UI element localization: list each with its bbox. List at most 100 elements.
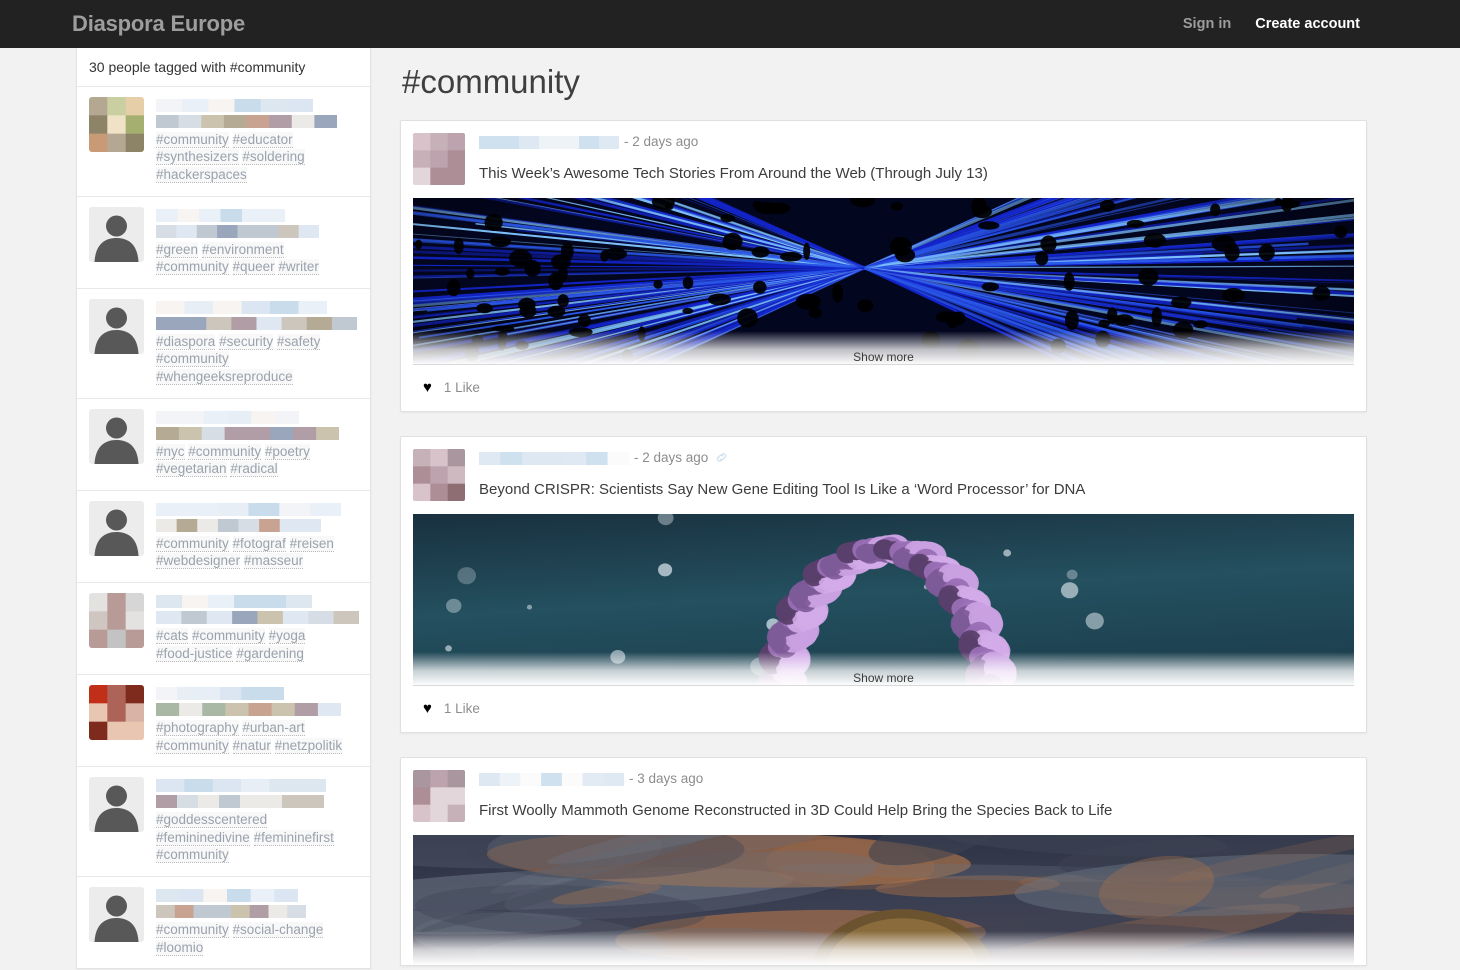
post-author-avatar[interactable] xyxy=(413,449,465,501)
tag-link[interactable]: #hackerspaces xyxy=(156,167,247,183)
person-details: #community #educator #synthesizers #sold… xyxy=(156,97,358,184)
tag-link[interactable]: #radical xyxy=(230,461,277,477)
person-handle-redacted xyxy=(156,703,341,716)
person-list-item[interactable]: #community #social-change #loomio xyxy=(77,876,370,968)
tag-link[interactable]: #photography xyxy=(156,720,239,736)
tag-link[interactable]: #social-change xyxy=(233,922,324,938)
tag-link[interactable]: #community xyxy=(156,536,229,552)
person-tags: #nyc #community #poetry #vegetarian #rad… xyxy=(156,443,358,478)
person-name-redacted xyxy=(156,889,298,902)
tag-link[interactable]: #femininefirst xyxy=(254,830,334,846)
like-count[interactable]: 1 Like xyxy=(444,380,480,395)
tag-link[interactable]: #femininedivine xyxy=(156,830,250,846)
person-list-item[interactable]: #community #fotograf #reisen #webdesigne… xyxy=(77,490,370,582)
tag-link[interactable]: #community xyxy=(156,132,229,148)
person-name-redacted xyxy=(156,99,313,112)
default-avatar-icon[interactable] xyxy=(89,207,144,262)
default-avatar-icon[interactable] xyxy=(89,887,144,942)
tag-link[interactable]: #soldering xyxy=(242,149,304,165)
reshare-link-icon[interactable] xyxy=(715,451,728,464)
post-header: - 2 days ago This Week’s Awesome Tech Sto… xyxy=(401,121,1366,185)
tag-link[interactable]: #vegetarian xyxy=(156,461,227,477)
tag-link[interactable]: #community xyxy=(156,738,229,754)
tag-link[interactable]: #goddesscentered xyxy=(156,812,267,828)
avatar[interactable] xyxy=(89,97,144,152)
post-image[interactable]: Show more xyxy=(413,514,1354,686)
tag-link[interactable]: #diaspora xyxy=(156,334,215,350)
person-list-item[interactable]: #green #environment #community #queer #w… xyxy=(77,196,370,288)
post-title[interactable]: This Week’s Awesome Tech Stories From Ar… xyxy=(479,164,1354,184)
default-avatar-icon[interactable] xyxy=(89,501,144,556)
sign-in-link[interactable]: Sign in xyxy=(1183,16,1231,32)
post-author-line: - 2 days ago xyxy=(479,133,1354,150)
tag-link[interactable]: #food-justice xyxy=(156,646,233,662)
post-author-avatar[interactable] xyxy=(413,133,465,185)
person-list-item[interactable]: #goddesscentered #femininedivine #femini… xyxy=(77,766,370,876)
post-timestamp: - 2 days ago xyxy=(624,134,698,149)
tag-link[interactable]: #reisen xyxy=(290,536,334,552)
post-header: - 2 days agoBeyond CRISPR: Scientists Sa… xyxy=(401,437,1366,501)
tag-link[interactable]: #queer xyxy=(233,259,275,275)
person-list-item[interactable]: #nyc #community #poetry #vegetarian #rad… xyxy=(77,398,370,490)
post-author-avatar[interactable] xyxy=(413,770,465,822)
tag-link[interactable]: #green xyxy=(156,242,198,258)
person-list-item[interactable]: #community #educator #synthesizers #sold… xyxy=(77,86,370,196)
post-list: - 2 days ago This Week’s Awesome Tech Sto… xyxy=(400,120,1367,966)
tag-link[interactable]: #community xyxy=(156,847,229,863)
default-avatar-icon[interactable] xyxy=(89,299,144,354)
post-author-name-redacted[interactable] xyxy=(479,773,624,785)
media-divider xyxy=(413,685,1354,686)
tag-link[interactable]: #community xyxy=(192,628,265,644)
person-details: #cats #community #yoga #food-justice #ga… xyxy=(156,593,358,662)
tag-link[interactable]: #cats xyxy=(156,628,188,644)
person-list-item[interactable]: #diaspora #security #safety #community #… xyxy=(77,288,370,398)
tag-link[interactable]: #natur xyxy=(233,738,271,754)
top-navbar: Diaspora Europe Sign in Create account xyxy=(0,0,1460,48)
post-image[interactable]: Show more xyxy=(413,198,1354,365)
tag-link[interactable]: #poetry xyxy=(265,444,310,460)
tag-link[interactable]: #environment xyxy=(202,242,284,258)
person-handle-redacted xyxy=(156,519,321,532)
tag-link[interactable]: #gardening xyxy=(236,646,304,662)
tag-link[interactable]: #fotograf xyxy=(233,536,286,552)
tag-link[interactable]: #urban-art xyxy=(242,720,304,736)
person-list-item[interactable]: #photography #urban-art #community #natu… xyxy=(77,674,370,766)
tag-link[interactable]: #loomio xyxy=(156,940,203,956)
create-account-link[interactable]: Create account xyxy=(1255,16,1360,32)
tag-link[interactable]: #community xyxy=(156,259,229,275)
show-more-button[interactable]: Show more xyxy=(413,671,1354,685)
like-count[interactable]: 1 Like xyxy=(444,701,480,716)
avatar[interactable] xyxy=(89,593,144,648)
show-more-button[interactable]: Show more xyxy=(413,350,1354,364)
tag-link[interactable]: #nyc xyxy=(156,444,185,460)
heart-icon[interactable]: ♥ xyxy=(423,701,432,716)
tag-link[interactable]: #educator xyxy=(233,132,293,148)
post-title[interactable]: Beyond CRISPR: Scientists Say New Gene E… xyxy=(479,480,1354,500)
post-title[interactable]: First Woolly Mammoth Genome Reconstructe… xyxy=(479,801,1354,821)
tag-link[interactable]: #masseur xyxy=(244,553,303,569)
tag-link[interactable]: #synthesizers xyxy=(156,149,239,165)
tag-link[interactable]: #community xyxy=(156,922,229,938)
default-avatar-icon[interactable] xyxy=(89,409,144,464)
heart-icon[interactable]: ♥ xyxy=(423,380,432,395)
tag-link[interactable]: #community xyxy=(156,351,229,367)
post-header: - 3 days agoFirst Woolly Mammoth Genome … xyxy=(401,758,1366,822)
person-details: #diaspora #security #safety #community #… xyxy=(156,299,358,386)
tag-link[interactable]: #community xyxy=(188,444,261,460)
post-image[interactable] xyxy=(413,835,1354,965)
tag-link[interactable]: #safety xyxy=(277,334,321,350)
tag-link[interactable]: #writer xyxy=(278,259,319,275)
post-author-name-redacted[interactable] xyxy=(479,136,619,148)
post-author-name-redacted[interactable] xyxy=(479,452,629,464)
post-card: - 2 days agoBeyond CRISPR: Scientists Sa… xyxy=(400,436,1367,733)
page-body: 30 people tagged with #community #commun… xyxy=(0,48,1460,970)
tag-link[interactable]: #webdesigner xyxy=(156,553,240,569)
tag-link[interactable]: #security xyxy=(219,334,273,350)
avatar[interactable] xyxy=(89,685,144,740)
tag-link[interactable]: #whengeeksreproduce xyxy=(156,369,293,385)
person-list-item[interactable]: #cats #community #yoga #food-justice #ga… xyxy=(77,582,370,674)
person-details: #green #environment #community #queer #w… xyxy=(156,207,358,276)
tag-link[interactable]: #yoga xyxy=(269,628,306,644)
default-avatar-icon[interactable] xyxy=(89,777,144,832)
tag-link[interactable]: #netzpolitik xyxy=(275,738,343,754)
